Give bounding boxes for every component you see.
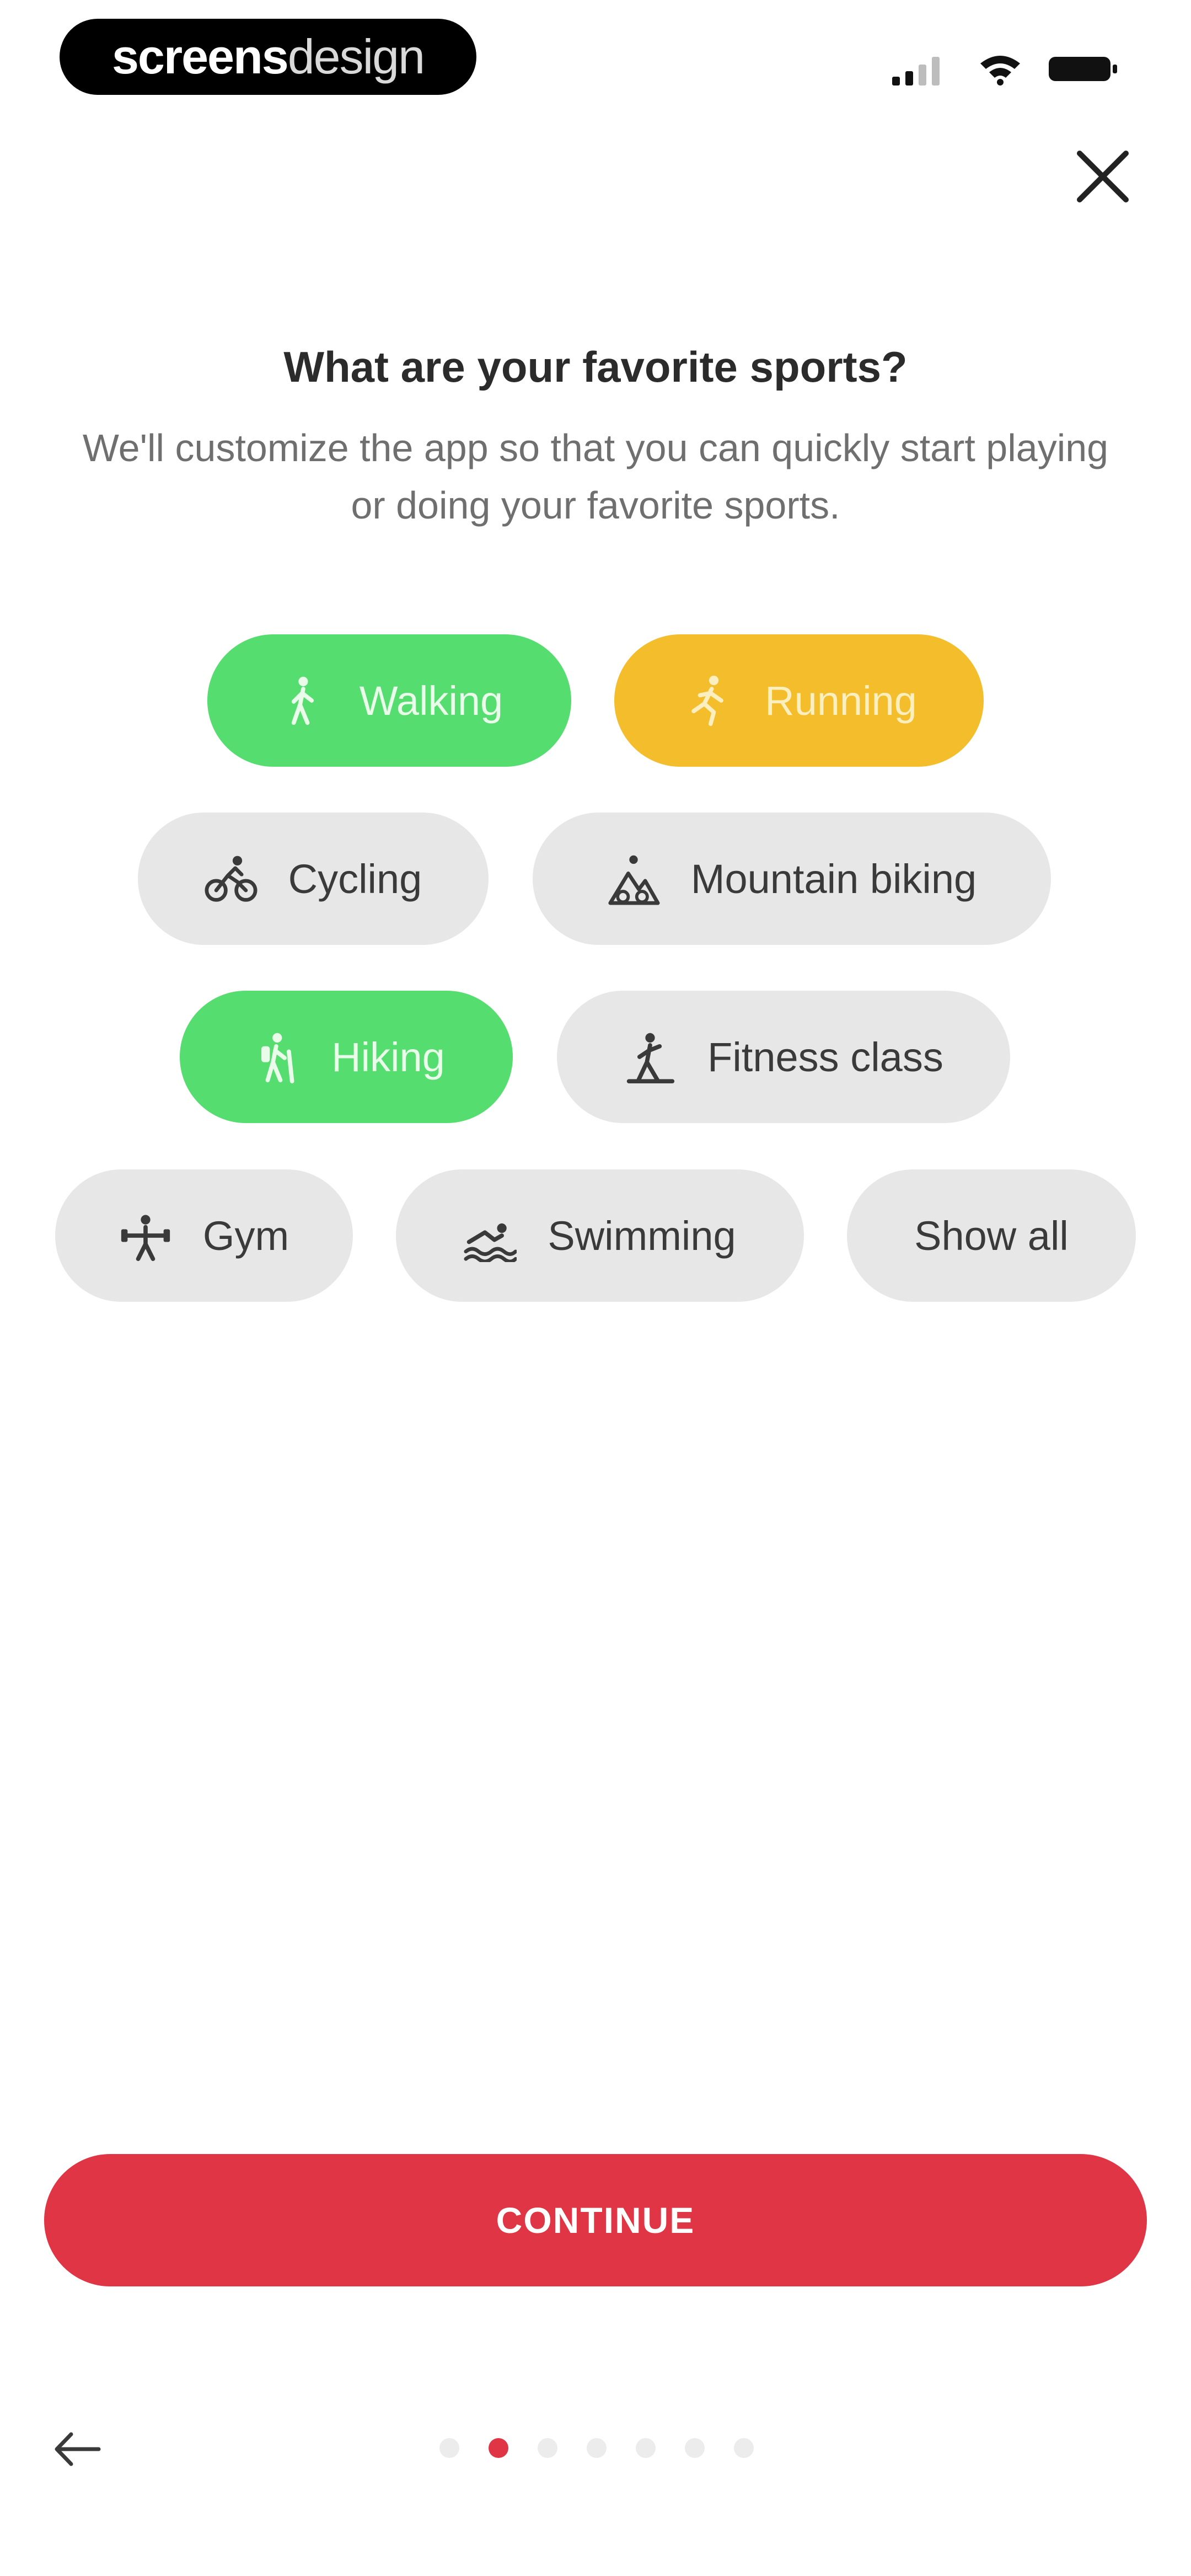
page-dot xyxy=(734,2438,754,2458)
close-icon xyxy=(1077,151,1129,202)
page-dot xyxy=(685,2438,705,2458)
page-dot xyxy=(538,2438,557,2458)
page-dot xyxy=(587,2438,607,2458)
show-all-label: Show all xyxy=(914,1212,1069,1259)
sport-label-cycling: Cycling xyxy=(288,856,422,902)
close-button[interactable] xyxy=(1064,138,1141,215)
battery-icon xyxy=(1049,57,1117,81)
continue-button[interactable]: CONTINUE xyxy=(44,2154,1147,2286)
sport-chip-cycling[interactable]: Cycling xyxy=(138,813,489,945)
system-icons xyxy=(892,50,1119,88)
sport-chip-hiking[interactable]: Hiking xyxy=(180,991,513,1123)
sport-label-fitness-class: Fitness class xyxy=(707,1034,943,1080)
mountain-biking-icon xyxy=(608,855,660,905)
brand-strong-text: screens xyxy=(111,29,289,84)
page-subtitle: We'll customize the app so that you can … xyxy=(82,426,1109,527)
sport-label-gym: Gym xyxy=(202,1212,289,1259)
sport-label-mountain-biking: Mountain biking xyxy=(690,856,977,902)
sport-label-hiking: Hiking xyxy=(331,1034,445,1080)
brand-light-text: design xyxy=(287,29,425,84)
sport-label-swimming: Swimming xyxy=(548,1212,736,1259)
wifi-icon xyxy=(980,56,1020,85)
status-bar: screensdesign xyxy=(0,0,1191,110)
cycling-icon xyxy=(205,856,257,902)
gym-icon xyxy=(121,1215,170,1262)
fitness-class-icon xyxy=(626,1033,675,1083)
sport-chip-mountain-biking[interactable]: Mountain biking xyxy=(533,813,1051,945)
swimming-icon xyxy=(464,1223,517,1262)
sport-chip-running[interactable]: Running xyxy=(614,634,984,767)
page-dot xyxy=(439,2438,459,2458)
show-all-chip[interactable]: Show all xyxy=(847,1169,1136,1302)
walking-icon xyxy=(291,676,314,725)
sport-chip-fitness-class[interactable]: Fitness class xyxy=(557,991,1010,1123)
page-dot-active xyxy=(489,2438,508,2458)
brand-logo: screensdesign xyxy=(60,19,476,95)
page-dot xyxy=(636,2438,656,2458)
signal-icon xyxy=(892,57,940,85)
running-icon xyxy=(691,675,723,726)
hiking-icon xyxy=(261,1033,294,1083)
sport-chip-gym[interactable]: Gym xyxy=(55,1169,353,1302)
sport-label-running: Running xyxy=(765,677,917,724)
sport-label-walking: Walking xyxy=(359,677,503,724)
sport-chip-walking[interactable]: Walking xyxy=(207,634,571,767)
page-title: What are your favorite sports? xyxy=(283,343,908,391)
sport-chip-swimming[interactable]: Swimming xyxy=(396,1169,804,1302)
page-indicator xyxy=(0,2438,1191,2460)
